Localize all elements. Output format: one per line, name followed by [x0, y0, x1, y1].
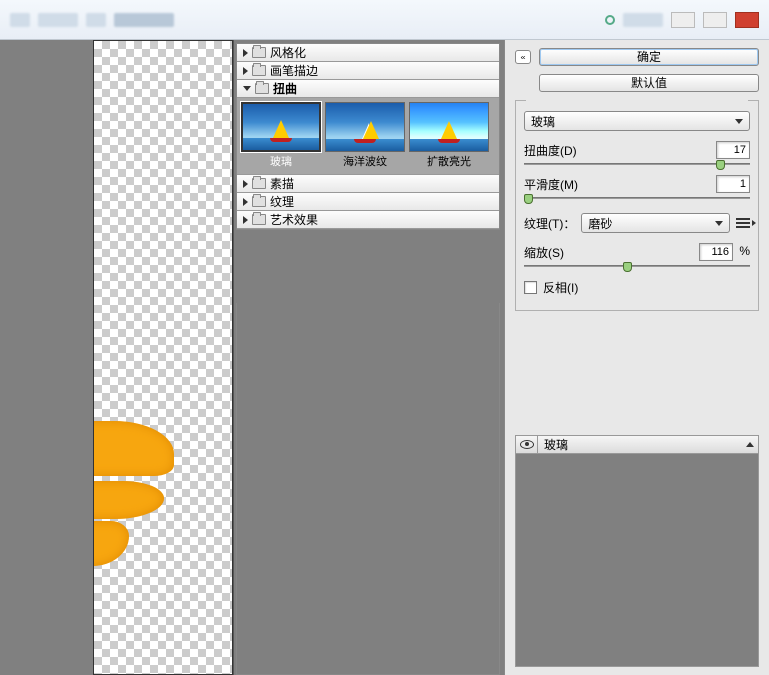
scaling-slider[interactable]: [524, 265, 750, 267]
invert-label: 反相(I): [543, 279, 578, 296]
expand-icon: [243, 180, 248, 188]
folder-icon: [252, 214, 266, 225]
folder-icon: [255, 83, 269, 94]
category-label: 扭曲: [273, 82, 297, 96]
category-texture[interactable]: 纹理: [237, 193, 499, 211]
scaling-row: 缩放(S) %: [524, 243, 750, 267]
window-titlebar: [0, 0, 769, 40]
collapse-params-button[interactable]: «: [515, 50, 531, 64]
smoothness-slider[interactable]: [524, 197, 750, 199]
percent-label: %: [739, 244, 750, 258]
distortion-input[interactable]: [716, 141, 750, 159]
distortion-row: 扭曲度(D): [524, 141, 750, 165]
filter-params-panel: 玻璃 扭曲度(D) 平滑度(M): [515, 100, 759, 311]
scaling-input[interactable]: [699, 243, 733, 261]
distortion-slider[interactable]: [524, 163, 750, 165]
maximize-button[interactable]: [703, 12, 727, 28]
chevron-up-icon[interactable]: [746, 442, 754, 447]
close-button[interactable]: [735, 12, 759, 28]
thumb-diffuse-glow[interactable]: 扩散亮光: [409, 102, 489, 170]
category-label: 画笔描边: [270, 62, 318, 79]
effect-layers-panel: 玻璃: [515, 435, 759, 667]
app-logo-icon: [605, 15, 615, 25]
effect-layer-name: 玻璃: [538, 436, 568, 453]
category-artistic[interactable]: 艺术效果: [237, 211, 499, 229]
smoothness-label: 平滑度(M): [524, 176, 578, 193]
smoothness-row: 平滑度(M): [524, 175, 750, 199]
chevron-left-icon: «: [520, 53, 525, 60]
texture-row: 纹理(T)： 磨砂: [524, 213, 750, 233]
distort-thumbnails: 玻璃 海洋波纹 扩散亮光: [237, 98, 499, 175]
category-label: 纹理: [270, 193, 294, 210]
thumb-glass[interactable]: 玻璃: [241, 102, 321, 170]
filter-list-empty: [236, 303, 500, 675]
texture-label: 纹理(T)：: [524, 215, 575, 232]
invert-checkbox[interactable]: [524, 281, 537, 294]
smoothness-input[interactable]: [716, 175, 750, 193]
distortion-label: 扭曲度(D): [524, 142, 577, 159]
collapse-icon: [243, 86, 251, 91]
slider-thumb[interactable]: [524, 194, 533, 204]
effect-layer-row[interactable]: 玻璃: [516, 436, 758, 454]
category-sketch[interactable]: 素描: [237, 175, 499, 193]
thumb-label: 海洋波纹: [325, 152, 405, 170]
category-brushstrokes[interactable]: 画笔描边: [237, 62, 499, 80]
chevron-down-icon: [715, 221, 723, 226]
texture-select[interactable]: 磨砂: [581, 213, 730, 233]
category-stylize[interactable]: 风格化: [237, 44, 499, 62]
folder-icon: [252, 178, 266, 189]
preview-canvas[interactable]: [93, 40, 233, 675]
folder-icon: [252, 196, 266, 207]
category-label: 素描: [270, 175, 294, 192]
minimize-button[interactable]: [671, 12, 695, 28]
category-label: 风格化: [270, 44, 306, 61]
chevron-down-icon: [735, 119, 743, 124]
folder-icon: [252, 47, 266, 58]
defaults-button[interactable]: 默认值: [539, 74, 759, 92]
slider-thumb[interactable]: [623, 262, 632, 272]
expand-icon: [243, 198, 248, 206]
expand-icon: [243, 216, 248, 224]
thumb-ocean-ripple[interactable]: 海洋波纹: [325, 102, 405, 170]
visibility-toggle[interactable]: [516, 436, 538, 453]
thumb-label: 玻璃: [241, 152, 321, 170]
filter-select[interactable]: 玻璃: [524, 111, 750, 131]
category-label: 艺术效果: [270, 211, 318, 228]
texture-flyout-icon[interactable]: [736, 218, 750, 228]
folder-icon: [252, 65, 266, 76]
invert-row: 反相(I): [524, 279, 750, 296]
filter-select-value: 玻璃: [531, 113, 555, 130]
preview-artwork: [93, 421, 194, 571]
scaling-label: 缩放(S): [524, 244, 564, 261]
thumb-label: 扩散亮光: [409, 152, 489, 170]
effect-layers-empty: [516, 454, 758, 666]
preview-pane: [0, 40, 233, 675]
expand-icon: [243, 49, 248, 57]
slider-thumb[interactable]: [716, 160, 725, 170]
eye-icon: [520, 440, 534, 449]
expand-icon: [243, 67, 248, 75]
parameters-pane: « 确定 默认值 玻璃 扭曲度(D): [504, 40, 769, 675]
ok-button[interactable]: 确定: [539, 48, 759, 66]
category-distort[interactable]: 扭曲: [237, 80, 499, 98]
texture-select-value: 磨砂: [588, 215, 612, 232]
filter-list-pane: 风格化 画笔描边 扭曲 玻璃 海洋波纹: [233, 40, 504, 675]
